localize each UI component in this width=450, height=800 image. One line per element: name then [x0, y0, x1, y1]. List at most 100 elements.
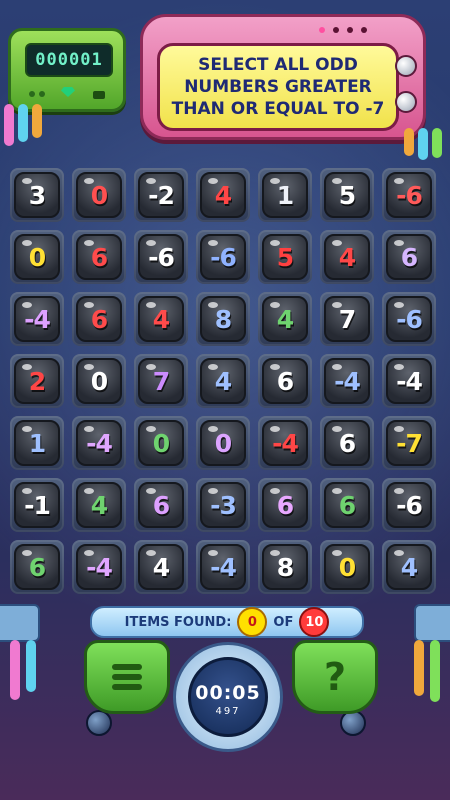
decor-wire [4, 104, 14, 146]
grid-cell: 6 [258, 478, 312, 532]
decor-wire [10, 640, 20, 700]
menu-button[interactable] [84, 640, 170, 714]
number-tile[interactable]: -4 [386, 358, 432, 404]
decor-pipe [414, 604, 450, 642]
grid-cell: 0 [134, 416, 188, 470]
number-grid: 3 0 -2 4 1 5 -6 0 6 -6 -6 5 4 6 -4 6 4 8 4 7 -6 2 0 7 4 6 -4 -4 1 -4 0… [10, 168, 442, 598]
number-tile[interactable]: -6 [386, 172, 432, 218]
number-tile[interactable]: 2 [14, 358, 60, 404]
number-tile[interactable]: 8 [200, 296, 246, 342]
help-button[interactable]: ? [292, 640, 378, 714]
number-tile[interactable]: 6 [324, 420, 370, 466]
number-tile[interactable]: -6 [386, 296, 432, 342]
number-tile[interactable]: 5 [262, 234, 308, 280]
of-label: of [273, 614, 294, 630]
number-tile[interactable]: -6 [200, 234, 246, 280]
grid-cell: 8 [196, 292, 250, 346]
number-tile[interactable]: -4 [14, 296, 60, 342]
number-tile[interactable]: 0 [200, 420, 246, 466]
items-found-label: Items found: [124, 614, 232, 630]
grid-cell: -4 [196, 540, 250, 594]
number-tile[interactable]: -7 [386, 420, 432, 466]
score-display: 000001 [25, 43, 113, 77]
number-tile[interactable]: 0 [324, 544, 370, 590]
number-tile[interactable]: 4 [386, 544, 432, 590]
number-tile[interactable]: -4 [200, 544, 246, 590]
found-count: 0 [237, 607, 268, 637]
grid-cell: -4 [258, 416, 312, 470]
number-tile[interactable]: 4 [200, 172, 246, 218]
number-tile[interactable]: 6 [262, 358, 308, 404]
grid-cell: 4 [196, 168, 250, 222]
number-tile[interactable]: -4 [76, 544, 122, 590]
decor-wire [18, 104, 28, 142]
number-tile[interactable]: 0 [76, 172, 122, 218]
number-tile[interactable]: 0 [138, 420, 184, 466]
items-found-bar: Items found: 0 of 10 [90, 606, 364, 638]
number-tile[interactable]: 6 [386, 234, 432, 280]
number-tile[interactable]: 5 [324, 172, 370, 218]
indicator-light [29, 91, 35, 97]
indicator-light [39, 91, 45, 97]
number-tile[interactable]: 6 [76, 234, 122, 280]
grid-cell: 0 [196, 416, 250, 470]
decor-wire [404, 128, 414, 156]
decor-pipe [0, 604, 40, 642]
number-tile[interactable]: 7 [324, 296, 370, 342]
number-tile[interactable]: 7 [138, 358, 184, 404]
grid-cell: -3 [196, 478, 250, 532]
decor-wire [418, 128, 428, 160]
number-tile[interactable]: 4 [324, 234, 370, 280]
knob-icon [395, 91, 417, 113]
number-tile[interactable]: -6 [138, 234, 184, 280]
number-tile[interactable]: 1 [14, 420, 60, 466]
number-tile[interactable]: 4 [262, 296, 308, 342]
grid-cell: 0 [72, 168, 126, 222]
indicator-light [319, 27, 325, 33]
grid-cell: 5 [320, 168, 374, 222]
indicator-light [333, 27, 339, 33]
number-tile[interactable]: 4 [138, 544, 184, 590]
number-tile[interactable]: 6 [262, 482, 308, 528]
grid-cell: 4 [320, 230, 374, 284]
number-tile[interactable]: 6 [14, 544, 60, 590]
number-tile[interactable]: 6 [324, 482, 370, 528]
grid-cell: 6 [258, 354, 312, 408]
number-tile[interactable]: 4 [76, 482, 122, 528]
grid-cell: 2 [10, 354, 64, 408]
number-tile[interactable]: 1 [262, 172, 308, 218]
number-tile[interactable]: 8 [262, 544, 308, 590]
grid-cell: 6 [10, 540, 64, 594]
grid-cell: -6 [382, 168, 436, 222]
grid-cell: 6 [382, 230, 436, 284]
number-tile[interactable]: 6 [138, 482, 184, 528]
grid-cell: 6 [320, 416, 374, 470]
instruction-text: Select all odd numbers greater than or e… [171, 55, 385, 119]
decor-wire [414, 640, 424, 696]
number-tile[interactable]: 0 [14, 234, 60, 280]
number-tile[interactable]: -4 [324, 358, 370, 404]
grid-cell: 4 [134, 540, 188, 594]
menu-lines-icon [112, 664, 142, 690]
number-tile[interactable]: -4 [76, 420, 122, 466]
grid-cell: 6 [134, 478, 188, 532]
grid-cell: -4 [320, 354, 374, 408]
decor-wire [32, 104, 42, 138]
decor-ball [86, 710, 112, 736]
grid-cell: 7 [134, 354, 188, 408]
number-tile[interactable]: 6 [76, 296, 122, 342]
number-tile[interactable]: 3 [14, 172, 60, 218]
grid-cell: -2 [134, 168, 188, 222]
number-tile[interactable]: -1 [14, 482, 60, 528]
timer-time: 00:05 [195, 682, 261, 704]
number-tile[interactable]: -3 [200, 482, 246, 528]
score-monitor: 000001 [8, 28, 126, 112]
number-tile[interactable]: -6 [386, 482, 432, 528]
number-tile[interactable]: 4 [138, 296, 184, 342]
number-tile[interactable]: 4 [200, 358, 246, 404]
grid-cell: 4 [258, 292, 312, 346]
number-tile[interactable]: -2 [138, 172, 184, 218]
number-tile[interactable]: 0 [76, 358, 122, 404]
grid-cell: -4 [382, 354, 436, 408]
number-tile[interactable]: -4 [262, 420, 308, 466]
